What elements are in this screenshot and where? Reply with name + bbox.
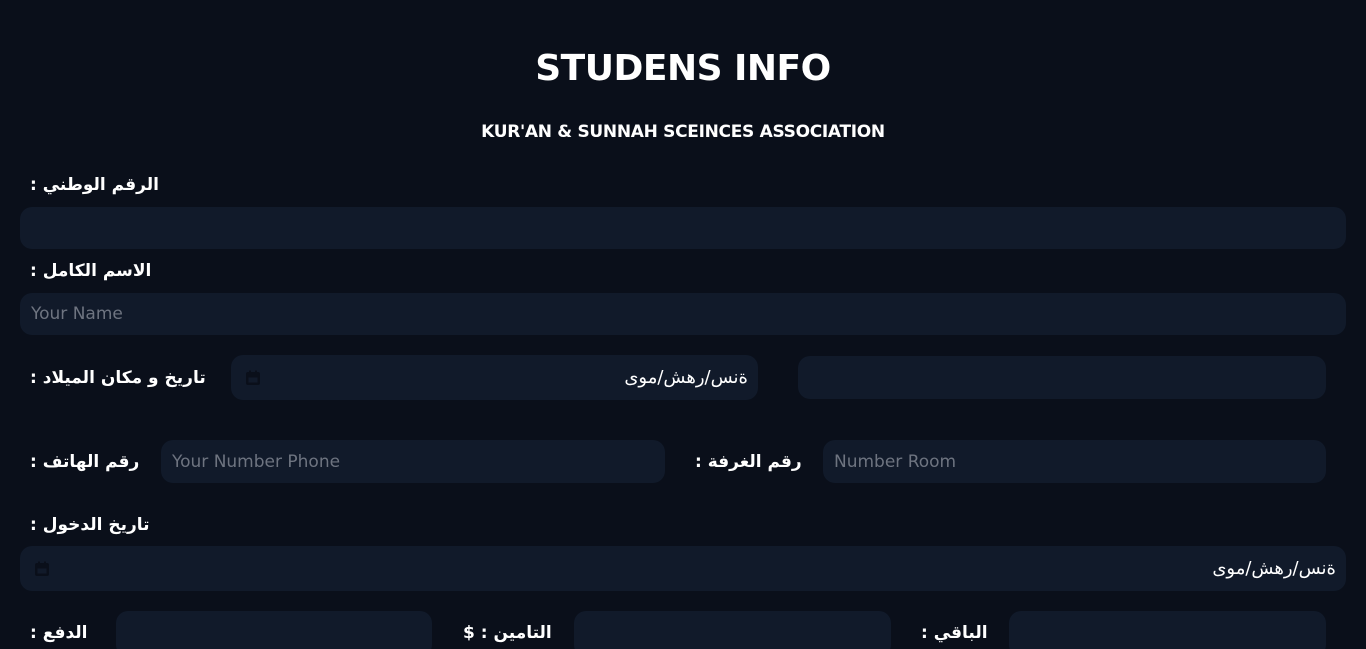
birth-place-input[interactable]: [798, 356, 1326, 399]
calendar-icon[interactable]: [34, 561, 50, 577]
payment-input[interactable]: [116, 611, 432, 649]
page-subtitle: KUR'AN & SUNNAH SCEINCES ASSOCIATION: [481, 122, 885, 142]
birth-date-value: ةنس/رهش/موى: [624, 367, 748, 388]
entry-date-value: ةنس/رهش/موى: [1212, 558, 1336, 579]
calendar-icon[interactable]: [245, 370, 261, 386]
insurance-label: التامين : $: [463, 623, 552, 643]
birth-date-input[interactable]: ةنس/رهش/موى: [231, 355, 758, 400]
entry-date-input[interactable]: ةنس/رهش/موى: [20, 546, 1346, 591]
remaining-label: الباقي :: [921, 623, 988, 643]
phone-input[interactable]: [161, 440, 665, 483]
room-label: رقم الغرفة :: [695, 452, 802, 472]
page-title: STUDENS INFO: [535, 48, 831, 89]
phone-label: رقم الهاتف :: [30, 452, 140, 472]
remaining-input[interactable]: [1009, 611, 1326, 649]
students-info-page: STUDENS INFO KUR'AN & SUNNAH SCEINCES AS…: [0, 0, 1366, 649]
birth-label: تاريخ و مكان الميلاد :: [30, 368, 206, 388]
payment-label: الدفع :: [30, 623, 88, 643]
room-input[interactable]: [823, 440, 1326, 483]
full-name-label: الاسم الكامل :: [30, 261, 152, 281]
national-id-label: الرقم الوطني :: [30, 175, 159, 195]
insurance-input[interactable]: [574, 611, 891, 649]
entry-date-label: تاريخ الدخول :: [30, 515, 150, 535]
full-name-input[interactable]: [20, 293, 1346, 335]
national-id-input[interactable]: [20, 207, 1346, 249]
